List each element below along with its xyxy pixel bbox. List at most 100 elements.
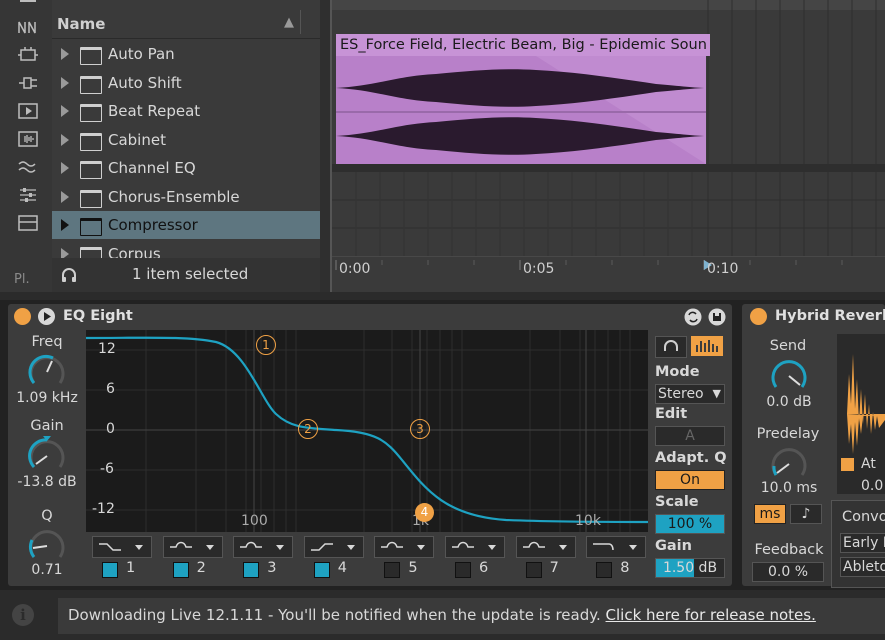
expand-arrow-icon[interactable] xyxy=(61,76,69,89)
expand-arrow-icon[interactable] xyxy=(61,162,69,174)
time-tick-0: 0:00 xyxy=(339,261,371,277)
q-label: Q xyxy=(41,508,53,524)
browser-item[interactable]: Compressor xyxy=(52,211,320,239)
band-enable-checkbox[interactable] xyxy=(596,562,613,578)
band-enable-checkbox[interactable] xyxy=(525,562,542,578)
swap-icon[interactable] xyxy=(684,308,702,330)
browser-item[interactable]: Auto Shift xyxy=(52,69,320,97)
expand-arrow-icon[interactable] xyxy=(61,48,69,60)
mode-value: Stereo xyxy=(658,386,704,402)
filter-type-select[interactable] xyxy=(515,536,576,558)
expand-arrow-icon[interactable] xyxy=(61,219,69,231)
device-title[interactable]: EQ Eight xyxy=(63,308,133,324)
filter-type-select[interactable] xyxy=(162,536,223,558)
gain-knob[interactable] xyxy=(27,436,67,476)
band-marker-3[interactable]: 3 xyxy=(410,419,430,439)
feedback-field[interactable]: 0.0 % xyxy=(752,562,824,582)
plug-icon[interactable] xyxy=(16,72,40,94)
output-gain-field[interactable]: 1.50 dB xyxy=(655,558,725,578)
audio-clip[interactable]: ES_Force Field, Electric Beam, Big - Epi… xyxy=(336,34,710,164)
grid-icon[interactable] xyxy=(16,212,40,234)
eq-display[interactable] xyxy=(86,330,648,532)
freq-knob[interactable] xyxy=(27,352,67,392)
band-marker-2[interactable]: 2 xyxy=(298,419,318,439)
predelay-knob[interactable] xyxy=(769,444,809,484)
filter-type-select[interactable] xyxy=(586,536,647,558)
filter-type-select[interactable] xyxy=(303,536,364,558)
browser-item-label: Channel EQ xyxy=(108,159,196,177)
browser-scrollbar[interactable] xyxy=(320,0,330,292)
filter-type-select[interactable] xyxy=(374,536,435,558)
clips-icon[interactable] xyxy=(16,100,40,122)
band-number: 8 xyxy=(620,560,630,576)
headphones-icon[interactable] xyxy=(60,266,78,288)
browser-item[interactable]: Beat Repeat xyxy=(52,97,320,125)
browser-item[interactable]: Chorus-Ensemble xyxy=(52,183,320,211)
send-value[interactable]: 0.0 dB xyxy=(752,394,826,410)
band-marker-1[interactable]: 1 xyxy=(256,335,276,355)
send-label: Send xyxy=(769,338,807,354)
expand-arrow-icon[interactable] xyxy=(61,105,69,117)
filter-type-select[interactable] xyxy=(445,536,505,558)
q-value[interactable]: 0.71 xyxy=(10,562,84,578)
column-name[interactable]: Name xyxy=(57,15,105,33)
predelay-value[interactable]: 10.0 ms xyxy=(752,480,826,496)
filter-type-select[interactable] xyxy=(92,536,152,558)
browser-item-label: Cabinet xyxy=(108,130,166,149)
band-marker-4[interactable]: 4 xyxy=(415,503,434,522)
band-enable-checkbox[interactable] xyxy=(243,562,260,578)
spectrum-toggle-icon[interactable] xyxy=(691,336,723,356)
filter-type-select[interactable] xyxy=(233,536,294,558)
band-enable-checkbox[interactable] xyxy=(313,562,330,578)
release-notes-link[interactable]: Click here for release notes. xyxy=(606,606,816,624)
sort-up-icon[interactable]: ▲ xyxy=(284,15,294,30)
ir-select[interactable]: Ableto xyxy=(840,557,885,577)
ms-toggle[interactable]: ms xyxy=(754,504,786,524)
adaptq-toggle[interactable]: On xyxy=(655,470,725,490)
browser-footer: 1 item selected xyxy=(52,258,320,292)
mixer-icon[interactable] xyxy=(16,184,40,206)
edit-select[interactable]: A xyxy=(655,426,725,446)
scale-field[interactable]: 100 % xyxy=(655,514,725,534)
clip-title[interactable]: ES_Force Field, Electric Beam, Big - Epi… xyxy=(336,34,710,56)
samples-icon[interactable] xyxy=(16,128,40,150)
gain-label: Gain xyxy=(30,418,64,434)
convolution-panel: Convo Early I Ableto xyxy=(831,500,885,588)
info-icon[interactable]: i xyxy=(12,604,34,626)
device-on-toggle[interactable] xyxy=(14,308,31,325)
expand-arrow-icon[interactable] xyxy=(61,133,69,146)
send-knob[interactable] xyxy=(769,356,809,396)
timeline-ruler[interactable]: 0:00 0:05 0:10 xyxy=(332,256,885,292)
browser-item[interactable]: Channel EQ xyxy=(52,154,320,182)
y-tick-minus6: -6 xyxy=(100,461,114,477)
device-icon xyxy=(80,104,102,122)
browser-header[interactable]: Name ▲ xyxy=(52,6,320,39)
device-play-icon[interactable] xyxy=(38,308,55,325)
audition-icon[interactable] xyxy=(655,336,687,358)
band-enable-checkbox[interactable] xyxy=(384,562,401,578)
wave-icon[interactable] xyxy=(16,156,40,178)
save-preset-icon[interactable] xyxy=(708,308,726,330)
band-enable-checkbox[interactable] xyxy=(102,562,118,578)
list-icon[interactable] xyxy=(16,0,40,12)
ir-category-select[interactable]: Early I xyxy=(840,533,885,553)
plugin-icon[interactable] xyxy=(16,44,40,66)
band-enable-checkbox[interactable] xyxy=(172,562,189,578)
band-number: 7 xyxy=(549,560,559,576)
browser-item[interactable]: Auto Pan xyxy=(52,40,320,68)
q-knob[interactable] xyxy=(27,526,67,566)
freq-value[interactable]: 1.09 kHz xyxy=(10,390,84,406)
browser-item[interactable]: Cabinet xyxy=(52,126,320,154)
band-enable-checkbox[interactable] xyxy=(455,562,471,578)
note-sync-icon[interactable]: ♪ xyxy=(790,504,822,524)
expand-arrow-icon[interactable] xyxy=(61,190,69,203)
gain-value[interactable]: -13.8 dB xyxy=(10,474,84,490)
midi-effects-icon[interactable] xyxy=(16,16,40,38)
device-icon xyxy=(80,132,102,151)
band-number: 4 xyxy=(337,560,348,576)
reverb-on-toggle[interactable] xyxy=(750,308,767,325)
attack-checkbox[interactable] xyxy=(841,458,854,471)
reverb-title[interactable]: Hybrid Reverb xyxy=(775,308,885,324)
mode-select[interactable]: Stereo ▼ xyxy=(655,384,725,404)
attack-value: 0.0 xyxy=(861,478,884,494)
